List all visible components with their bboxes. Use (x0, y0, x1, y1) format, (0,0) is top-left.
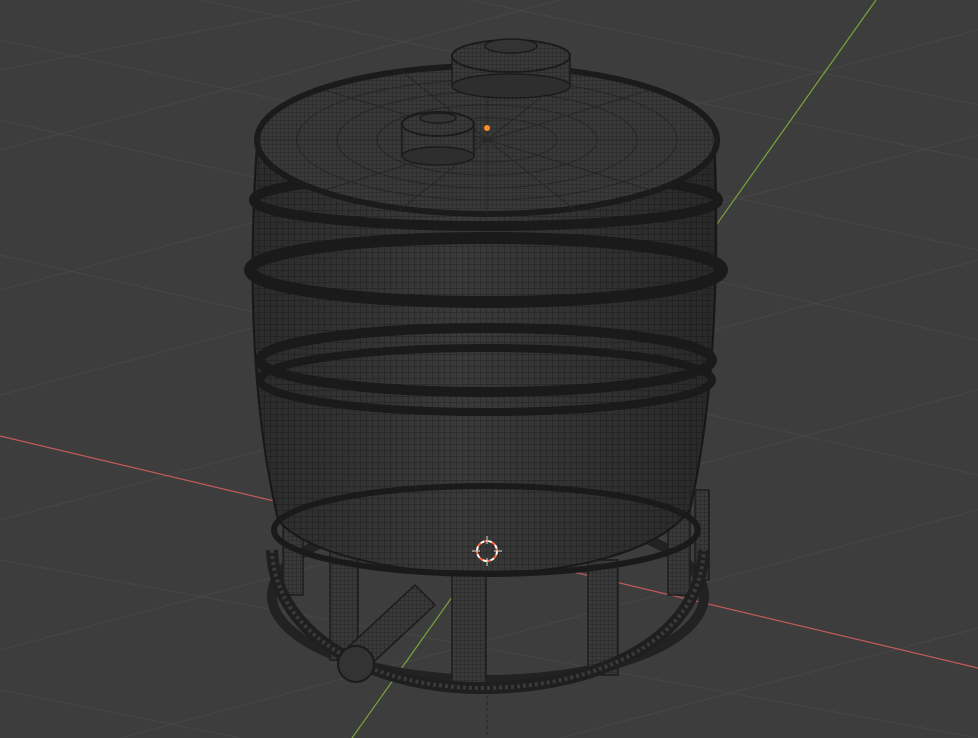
top-hatch[interactable] (451, 38, 571, 99)
3d-viewport[interactable] (0, 0, 978, 738)
scene-canvas[interactable] (0, 0, 978, 738)
vent-cap[interactable] (401, 111, 475, 166)
object-origin-dot[interactable] (484, 125, 490, 131)
